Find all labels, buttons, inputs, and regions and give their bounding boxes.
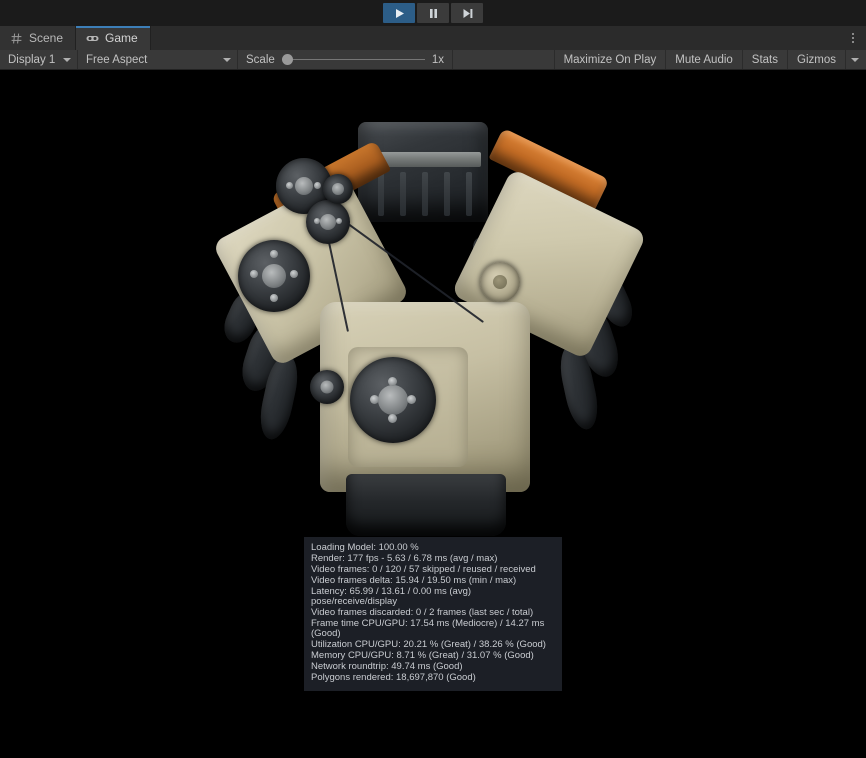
plenum-rib bbox=[444, 172, 450, 216]
tab-scene[interactable]: Scene bbox=[0, 26, 76, 50]
play-controls-group bbox=[382, 3, 484, 23]
toolbar-spacer bbox=[453, 50, 554, 69]
gizmos-dropdown[interactable] bbox=[845, 50, 866, 69]
tab-strip-spacer bbox=[151, 26, 840, 50]
accessory-pulley bbox=[238, 240, 310, 312]
stat-line: Network roundtrip: 49.74 ms (Good) bbox=[311, 662, 555, 672]
maximize-on-play-label: Maximize On Play bbox=[564, 54, 657, 66]
mute-audio-label: Mute Audio bbox=[675, 54, 733, 66]
stat-line: Video frames discarded: 0 / 2 frames (la… bbox=[311, 608, 555, 618]
pause-icon bbox=[428, 8, 439, 19]
game-view-toolbar: Display 1 Free Aspect Scale 1x Maximize … bbox=[0, 50, 866, 70]
tab-game[interactable]: Game bbox=[76, 26, 151, 50]
game-view-canvas[interactable]: Loading Model: 100.00 % Render: 177 fps … bbox=[0, 70, 866, 758]
stat-line: Latency: 65.99 / 13.61 / 0.00 ms (avg) p… bbox=[311, 587, 555, 608]
stat-line: Polygons rendered: 18,697,870 (Good) bbox=[311, 673, 555, 683]
chevron-down-icon bbox=[851, 58, 859, 62]
stat-line: Video frames delta: 15.94 / 19.50 ms (mi… bbox=[311, 576, 555, 586]
scale-label: Scale bbox=[246, 54, 275, 66]
play-button[interactable] bbox=[383, 3, 415, 23]
chevron-down-icon bbox=[223, 58, 231, 62]
scale-slider-track bbox=[282, 59, 425, 60]
gamepad-icon bbox=[85, 31, 99, 45]
mute-audio-toggle[interactable]: Mute Audio bbox=[665, 50, 742, 69]
aspect-ratio-dropdown[interactable]: Free Aspect bbox=[78, 50, 238, 69]
stat-line: Frame time CPU/GPU: 17.54 ms (Mediocre) … bbox=[311, 619, 555, 640]
kebab-menu-icon[interactable] bbox=[840, 26, 866, 50]
step-button[interactable] bbox=[451, 3, 483, 23]
crankshaft-pulley bbox=[350, 357, 436, 443]
plenum-rib bbox=[378, 172, 384, 216]
gizmos-toggle[interactable]: Gizmos bbox=[787, 50, 845, 69]
pause-button[interactable] bbox=[417, 3, 449, 23]
unity-game-view-window: Scene Game Display 1 Free Aspect bbox=[0, 0, 866, 758]
play-controls-bar bbox=[0, 0, 866, 26]
scale-slider[interactable] bbox=[282, 53, 425, 67]
stat-line: Video frames: 0 / 120 / 57 skipped / reu… bbox=[311, 565, 555, 575]
tab-game-label: Game bbox=[105, 31, 138, 45]
stat-line: Loading Model: 100.00 % bbox=[311, 543, 555, 553]
scale-control: Scale 1x bbox=[238, 50, 453, 69]
oil-pan bbox=[346, 474, 506, 536]
play-icon bbox=[394, 8, 405, 19]
aspect-ratio-label: Free Aspect bbox=[86, 54, 147, 66]
plenum-rib bbox=[400, 172, 406, 216]
stat-line: Utilization CPU/GPU: 20.21 % (Great) / 3… bbox=[311, 640, 555, 650]
tensioner-pulley bbox=[310, 370, 344, 404]
tab-scene-label: Scene bbox=[29, 31, 63, 45]
gizmos-label: Gizmos bbox=[797, 54, 836, 66]
stat-line: Memory CPU/GPU: 8.71 % (Great) / 31.07 %… bbox=[311, 651, 555, 661]
display-dropdown-label: Display 1 bbox=[8, 54, 55, 66]
grid-hash-icon bbox=[9, 31, 23, 45]
chevron-down-icon bbox=[63, 58, 71, 62]
panel-tab-strip: Scene Game bbox=[0, 26, 866, 50]
plenum-rib bbox=[422, 172, 428, 216]
plenum-rib bbox=[466, 172, 472, 216]
scale-slider-handle[interactable] bbox=[282, 54, 293, 65]
stats-toggle[interactable]: Stats bbox=[742, 50, 787, 69]
scale-value: 1x bbox=[432, 54, 444, 66]
v8-engine-3d-model bbox=[228, 122, 648, 542]
maximize-on-play-toggle[interactable]: Maximize On Play bbox=[554, 50, 666, 69]
stat-line: Render: 177 fps - 5.63 / 6.78 ms (avg / … bbox=[311, 554, 555, 564]
stats-label: Stats bbox=[752, 54, 778, 66]
display-dropdown[interactable]: Display 1 bbox=[0, 50, 78, 69]
accessory-pulley bbox=[306, 200, 350, 244]
camshaft-gear bbox=[480, 262, 520, 302]
step-icon bbox=[462, 8, 473, 19]
performance-stats-overlay: Loading Model: 100.00 % Render: 177 fps … bbox=[304, 537, 562, 691]
idler-pulley bbox=[323, 174, 353, 204]
